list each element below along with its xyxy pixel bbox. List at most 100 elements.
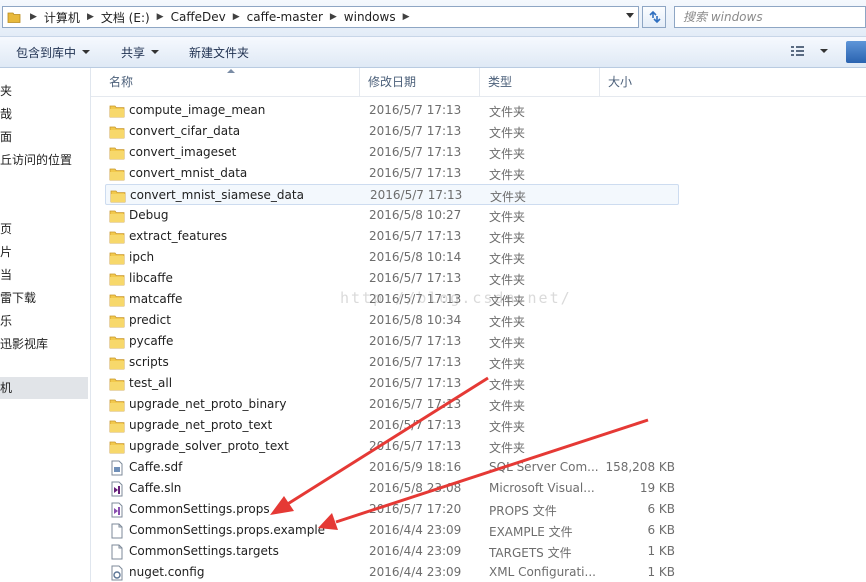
folder-row[interactable]: matcaffe 2016/5/7 17:13 文件夹 xyxy=(105,289,679,310)
chevron-right-icon[interactable]: ▶ xyxy=(27,12,40,22)
file-row[interactable]: nuget.config 2016/4/4 23:09 XML Configurat… xyxy=(105,562,679,582)
folder-row[interactable]: predict 2016/5/8 10:34 文件夹 xyxy=(105,310,679,331)
file-name: predict xyxy=(129,313,171,327)
chevron-right-icon[interactable]: ▶ xyxy=(400,12,413,22)
chevron-down-icon xyxy=(82,50,91,54)
chevron-right-icon[interactable]: ▶ xyxy=(84,12,97,22)
file-row[interactable]: CommonSettings.props 2016/5/7 17:20 PROPS … xyxy=(105,499,679,520)
folder-icon xyxy=(109,418,125,436)
nav-item[interactable]: 夹 xyxy=(0,82,12,99)
nav-item[interactable]: 迅影视库 xyxy=(0,335,48,352)
file-name: nuget.config xyxy=(129,565,205,579)
file-name: test_all xyxy=(129,376,173,390)
folder-row[interactable]: convert_mnist_siamese_data 2016/5/7 17:13… xyxy=(105,184,679,205)
file-type: 文件夹 xyxy=(489,315,526,329)
refresh-icon xyxy=(649,10,661,24)
breadcrumb-item[interactable]: caffe-master xyxy=(243,10,327,24)
file-row[interactable]: Caffe.sln 2016/5/8 23:08 Microsoft Visual.… xyxy=(105,478,679,499)
new-folder-label: 新建文件夹 xyxy=(189,45,250,60)
file-name: convert_mnist_data xyxy=(129,166,248,180)
nav-item[interactable]: 乐 xyxy=(0,312,12,329)
nav-item[interactable]: 雷下载 xyxy=(0,289,36,306)
folder-row[interactable]: extract_features 2016/5/7 17:13 文件夹 xyxy=(105,226,679,247)
column-header-type[interactable]: 类型 xyxy=(480,68,600,96)
chevron-right-icon[interactable]: ▶ xyxy=(327,12,340,22)
file-size: 6 KB xyxy=(647,502,675,516)
folder-row[interactable]: convert_imageset 2016/5/7 17:13 文件夹 xyxy=(105,142,679,163)
file-type: 文件夹 xyxy=(489,252,526,266)
column-header-size[interactable]: 大小 xyxy=(600,68,680,96)
column-header-name[interactable]: 名称 xyxy=(101,68,360,96)
folder-icon xyxy=(109,166,125,184)
breadcrumb-item[interactable]: 计算机 xyxy=(40,9,84,26)
breadcrumb-item[interactable]: 文档 (E:) xyxy=(97,9,154,26)
nav-item[interactable]: 哉 xyxy=(0,105,12,122)
folder-row[interactable]: ipch 2016/5/8 10:14 文件夹 xyxy=(105,247,679,268)
search-input[interactable] xyxy=(675,7,863,27)
file-type: 文件夹 xyxy=(489,357,526,371)
folder-icon xyxy=(7,10,21,27)
folder-row[interactable]: Debug 2016/5/8 10:27 文件夹 xyxy=(105,205,679,226)
share-button[interactable]: 共享 xyxy=(121,37,160,67)
search-box[interactable] xyxy=(674,6,866,28)
include-in-library-button[interactable]: 包含到库中 xyxy=(16,37,91,67)
file-date: 2016/5/7 17:13 xyxy=(369,229,462,243)
chevron-right-icon[interactable]: ▶ xyxy=(230,12,243,22)
folder-row[interactable]: compute_image_mean 2016/5/7 17:13 文件夹 xyxy=(105,100,679,121)
nav-item[interactable]: 片 xyxy=(0,243,12,260)
folder-row[interactable]: convert_cifar_data 2016/5/7 17:13 文件夹 xyxy=(105,121,679,142)
folder-icon xyxy=(109,229,125,247)
folder-icon xyxy=(109,124,125,142)
command-toolbar: 包含到库中 共享 新建文件夹 xyxy=(0,37,866,68)
address-bar: ▶ 计算机 ▶ 文档 (E:) ▶ CaffeDev ▶ caffe-maste… xyxy=(0,0,866,37)
address-breadcrumb-box[interactable]: ▶ 计算机 ▶ 文档 (E:) ▶ CaffeDev ▶ caffe-maste… xyxy=(2,6,639,28)
file-type: TARGETS 文件 xyxy=(489,546,572,560)
file-type: 文件夹 xyxy=(489,378,526,392)
change-view-button[interactable] xyxy=(790,44,828,58)
file-type: PROPS 文件 xyxy=(489,504,557,518)
chevron-right-icon[interactable]: ▶ xyxy=(154,12,167,22)
folder-icon xyxy=(109,397,125,415)
new-folder-button[interactable]: 新建文件夹 xyxy=(189,37,249,67)
file-date: 2016/5/9 18:16 xyxy=(369,460,462,474)
props-file-icon xyxy=(109,502,125,521)
file-type: 文件夹 xyxy=(489,441,526,455)
file-name: convert_mnist_siamese_data xyxy=(130,188,304,202)
file-date: 2016/5/7 17:13 xyxy=(369,376,462,390)
nav-item-computer[interactable]: 机 xyxy=(0,377,88,399)
folder-row[interactable]: pycaffe 2016/5/7 17:13 文件夹 xyxy=(105,331,679,352)
folder-row[interactable]: convert_mnist_data 2016/5/7 17:13 文件夹 xyxy=(105,163,679,184)
file-date: 2016/5/7 17:13 xyxy=(370,188,463,202)
file-name: pycaffe xyxy=(129,334,174,348)
file-type: 文件夹 xyxy=(489,126,526,140)
column-header-date[interactable]: 修改日期 xyxy=(360,68,480,96)
file-name: convert_imageset xyxy=(129,145,237,159)
file-type: SQL Server Com... xyxy=(489,460,599,474)
folder-row[interactable]: libcaffe 2016/5/7 17:13 文件夹 xyxy=(105,268,679,289)
file-row[interactable]: CommonSettings.props.example 2016/4/4 23:… xyxy=(105,520,679,541)
folder-row[interactable]: upgrade_net_proto_text 2016/5/7 17:13 文件夹 xyxy=(105,415,679,436)
folder-row[interactable]: scripts 2016/5/7 17:13 文件夹 xyxy=(105,352,679,373)
file-date: 2016/4/4 23:09 xyxy=(369,565,462,579)
file-type: EXAMPLE 文件 xyxy=(489,525,573,539)
folder-icon xyxy=(109,292,125,310)
file-row[interactable]: Caffe.sdf 2016/5/9 18:16 SQL Server Com...… xyxy=(105,457,679,478)
folder-row[interactable]: test_all 2016/5/7 17:13 文件夹 xyxy=(105,373,679,394)
folder-icon xyxy=(110,188,126,206)
breadcrumb-item[interactable]: windows xyxy=(340,10,400,24)
nav-item[interactable]: 丘访问的位置 xyxy=(0,151,72,168)
file-row[interactable]: CommonSettings.targets 2016/4/4 23:09 TARG… xyxy=(105,541,679,562)
file-size: 158,208 KB xyxy=(605,460,675,474)
folder-row[interactable]: upgrade_net_proto_binary 2016/5/7 17:13 文件… xyxy=(105,394,679,415)
folder-row[interactable]: upgrade_solver_proto_text 2016/5/7 17:13 文… xyxy=(105,436,679,457)
refresh-button[interactable] xyxy=(642,6,666,28)
address-dropdown-icon[interactable] xyxy=(626,13,634,18)
file-type: 文件夹 xyxy=(489,147,526,161)
help-button[interactable] xyxy=(846,41,866,63)
nav-item[interactable]: 页 xyxy=(0,220,12,237)
nav-item[interactable]: 当 xyxy=(0,266,12,283)
folder-icon xyxy=(109,145,125,163)
nav-item[interactable]: 面 xyxy=(0,128,12,145)
chevron-down-icon[interactable] xyxy=(820,49,828,53)
breadcrumb-item[interactable]: CaffeDev xyxy=(167,10,230,24)
